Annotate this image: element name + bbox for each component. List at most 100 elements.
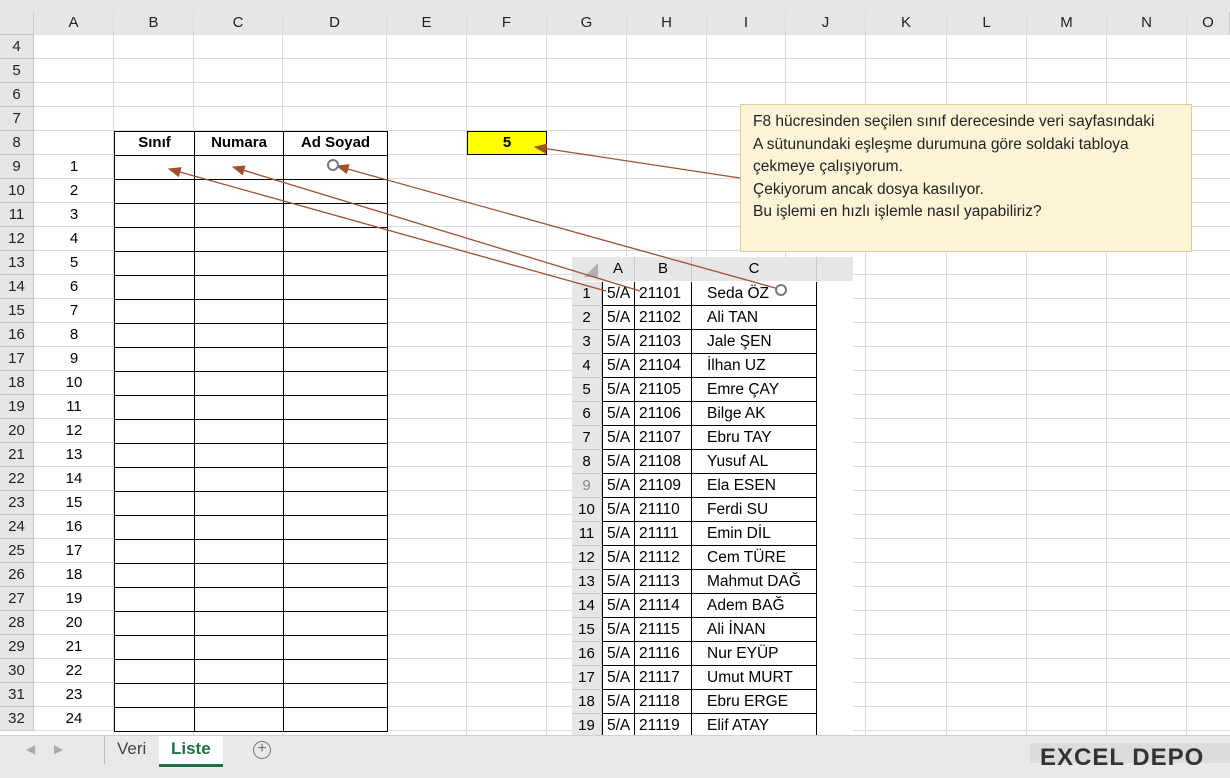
row-header-17[interactable]: 17 (0, 347, 34, 371)
scroll-left-icon[interactable]: ◀ (26, 742, 35, 756)
index-cell[interactable]: 20 (34, 611, 114, 635)
cell-adsoyad[interactable] (283, 491, 388, 516)
row-header-6[interactable]: 6 (0, 83, 34, 107)
select-all-corner[interactable] (0, 12, 34, 35)
column-header-m[interactable]: M (1027, 12, 1107, 35)
column-header-c[interactable]: C (194, 12, 283, 35)
column-header-a[interactable]: A (34, 12, 114, 35)
row-header-11[interactable]: 11 (0, 203, 34, 227)
cell-adsoyad[interactable] (283, 395, 388, 420)
cell-sinif[interactable] (114, 275, 195, 300)
row-header-8[interactable]: 8 (0, 131, 34, 155)
row-header-30[interactable]: 30 (0, 659, 34, 683)
cell-numara[interactable] (194, 251, 284, 276)
header-adsoyad[interactable]: Ad Soyad (283, 131, 388, 156)
column-header-i[interactable]: I (707, 12, 786, 35)
index-cell[interactable]: 7 (34, 299, 114, 323)
row-header-4[interactable]: 4 (0, 35, 34, 59)
cell-numara[interactable] (194, 491, 284, 516)
cell-adsoyad[interactable] (283, 635, 388, 660)
cell-sinif[interactable] (114, 659, 195, 684)
column-header-l[interactable]: L (947, 12, 1027, 35)
cell-adsoyad[interactable] (283, 203, 388, 228)
index-cell[interactable]: 24 (34, 707, 114, 731)
row-header-28[interactable]: 28 (0, 611, 34, 635)
cell-numara[interactable] (194, 443, 284, 468)
row-header-9[interactable]: 9 (0, 155, 34, 179)
index-cell[interactable]: 6 (34, 275, 114, 299)
cell-numara[interactable] (194, 203, 284, 228)
tab-veri[interactable]: Veri (104, 736, 158, 764)
row-header-20[interactable]: 20 (0, 419, 34, 443)
cell-sinif[interactable] (114, 443, 195, 468)
cell-adsoyad[interactable] (283, 539, 388, 564)
row-header-12[interactable]: 12 (0, 227, 34, 251)
header-sinif[interactable]: Sınıf (114, 131, 195, 156)
index-cell[interactable]: 11 (34, 395, 114, 419)
row-header-25[interactable]: 25 (0, 539, 34, 563)
row-header-10[interactable]: 10 (0, 179, 34, 203)
column-header-g[interactable]: G (547, 12, 627, 35)
cell-sinif[interactable] (114, 227, 195, 252)
cell-numara[interactable] (194, 155, 284, 180)
row-header-13[interactable]: 13 (0, 251, 34, 275)
cell-numara[interactable] (194, 299, 284, 324)
cell-sinif[interactable] (114, 179, 195, 204)
cell-numara[interactable] (194, 611, 284, 636)
cell-adsoyad[interactable] (283, 347, 388, 372)
index-cell[interactable]: 9 (34, 347, 114, 371)
cell-numara[interactable] (194, 707, 284, 732)
column-header-o[interactable]: O (1187, 12, 1230, 35)
cell-sinif[interactable] (114, 611, 195, 636)
index-cell[interactable]: 17 (34, 539, 114, 563)
cell-adsoyad[interactable] (283, 683, 388, 708)
cell-sinif[interactable] (114, 419, 195, 444)
index-cell[interactable]: 15 (34, 491, 114, 515)
cell-adsoyad[interactable] (283, 299, 388, 324)
index-cell[interactable]: 10 (34, 371, 114, 395)
index-cell[interactable]: 5 (34, 251, 114, 275)
column-header-n[interactable]: N (1107, 12, 1187, 35)
row-header-7[interactable]: 7 (0, 107, 34, 131)
row-header-14[interactable]: 14 (0, 275, 34, 299)
cell-sinif[interactable] (114, 683, 195, 708)
index-cell[interactable]: 2 (34, 179, 114, 203)
cell-adsoyad[interactable] (283, 563, 388, 588)
row-header-29[interactable]: 29 (0, 635, 34, 659)
column-header-e[interactable]: E (387, 12, 467, 35)
cell-adsoyad[interactable] (283, 227, 388, 252)
cell-adsoyad[interactable] (283, 659, 388, 684)
index-cell[interactable]: 19 (34, 587, 114, 611)
cell-sinif[interactable] (114, 155, 195, 180)
row-header-18[interactable]: 18 (0, 371, 34, 395)
row-header-23[interactable]: 23 (0, 491, 34, 515)
row-header-27[interactable]: 27 (0, 587, 34, 611)
tab-liste[interactable]: Liste (159, 736, 223, 767)
index-cell[interactable]: 8 (34, 323, 114, 347)
cell-f8[interactable]: 5 (467, 131, 547, 155)
cell-sinif[interactable] (114, 347, 195, 372)
header-numara[interactable]: Numara (194, 131, 284, 156)
index-cell[interactable]: 22 (34, 659, 114, 683)
cell-numara[interactable] (194, 659, 284, 684)
cell-sinif[interactable] (114, 539, 195, 564)
column-header-j[interactable]: J (786, 12, 866, 35)
row-header-15[interactable]: 15 (0, 299, 34, 323)
cell-numara[interactable] (194, 587, 284, 612)
cell-adsoyad[interactable] (283, 515, 388, 540)
cell-adsoyad[interactable] (283, 419, 388, 444)
column-header-f[interactable]: F (467, 12, 547, 35)
index-cell[interactable]: 18 (34, 563, 114, 587)
cell-adsoyad[interactable] (283, 179, 388, 204)
cell-numara[interactable] (194, 395, 284, 420)
cell-sinif[interactable] (114, 587, 195, 612)
scroll-right-icon[interactable]: ▶ (54, 742, 63, 756)
cell-adsoyad[interactable] (283, 707, 388, 732)
cell-numara[interactable] (194, 563, 284, 588)
cell-adsoyad[interactable] (283, 275, 388, 300)
cell-numara[interactable] (194, 275, 284, 300)
cell-numara[interactable] (194, 539, 284, 564)
cell-numara[interactable] (194, 635, 284, 660)
cell-numara[interactable] (194, 227, 284, 252)
index-cell[interactable]: 21 (34, 635, 114, 659)
